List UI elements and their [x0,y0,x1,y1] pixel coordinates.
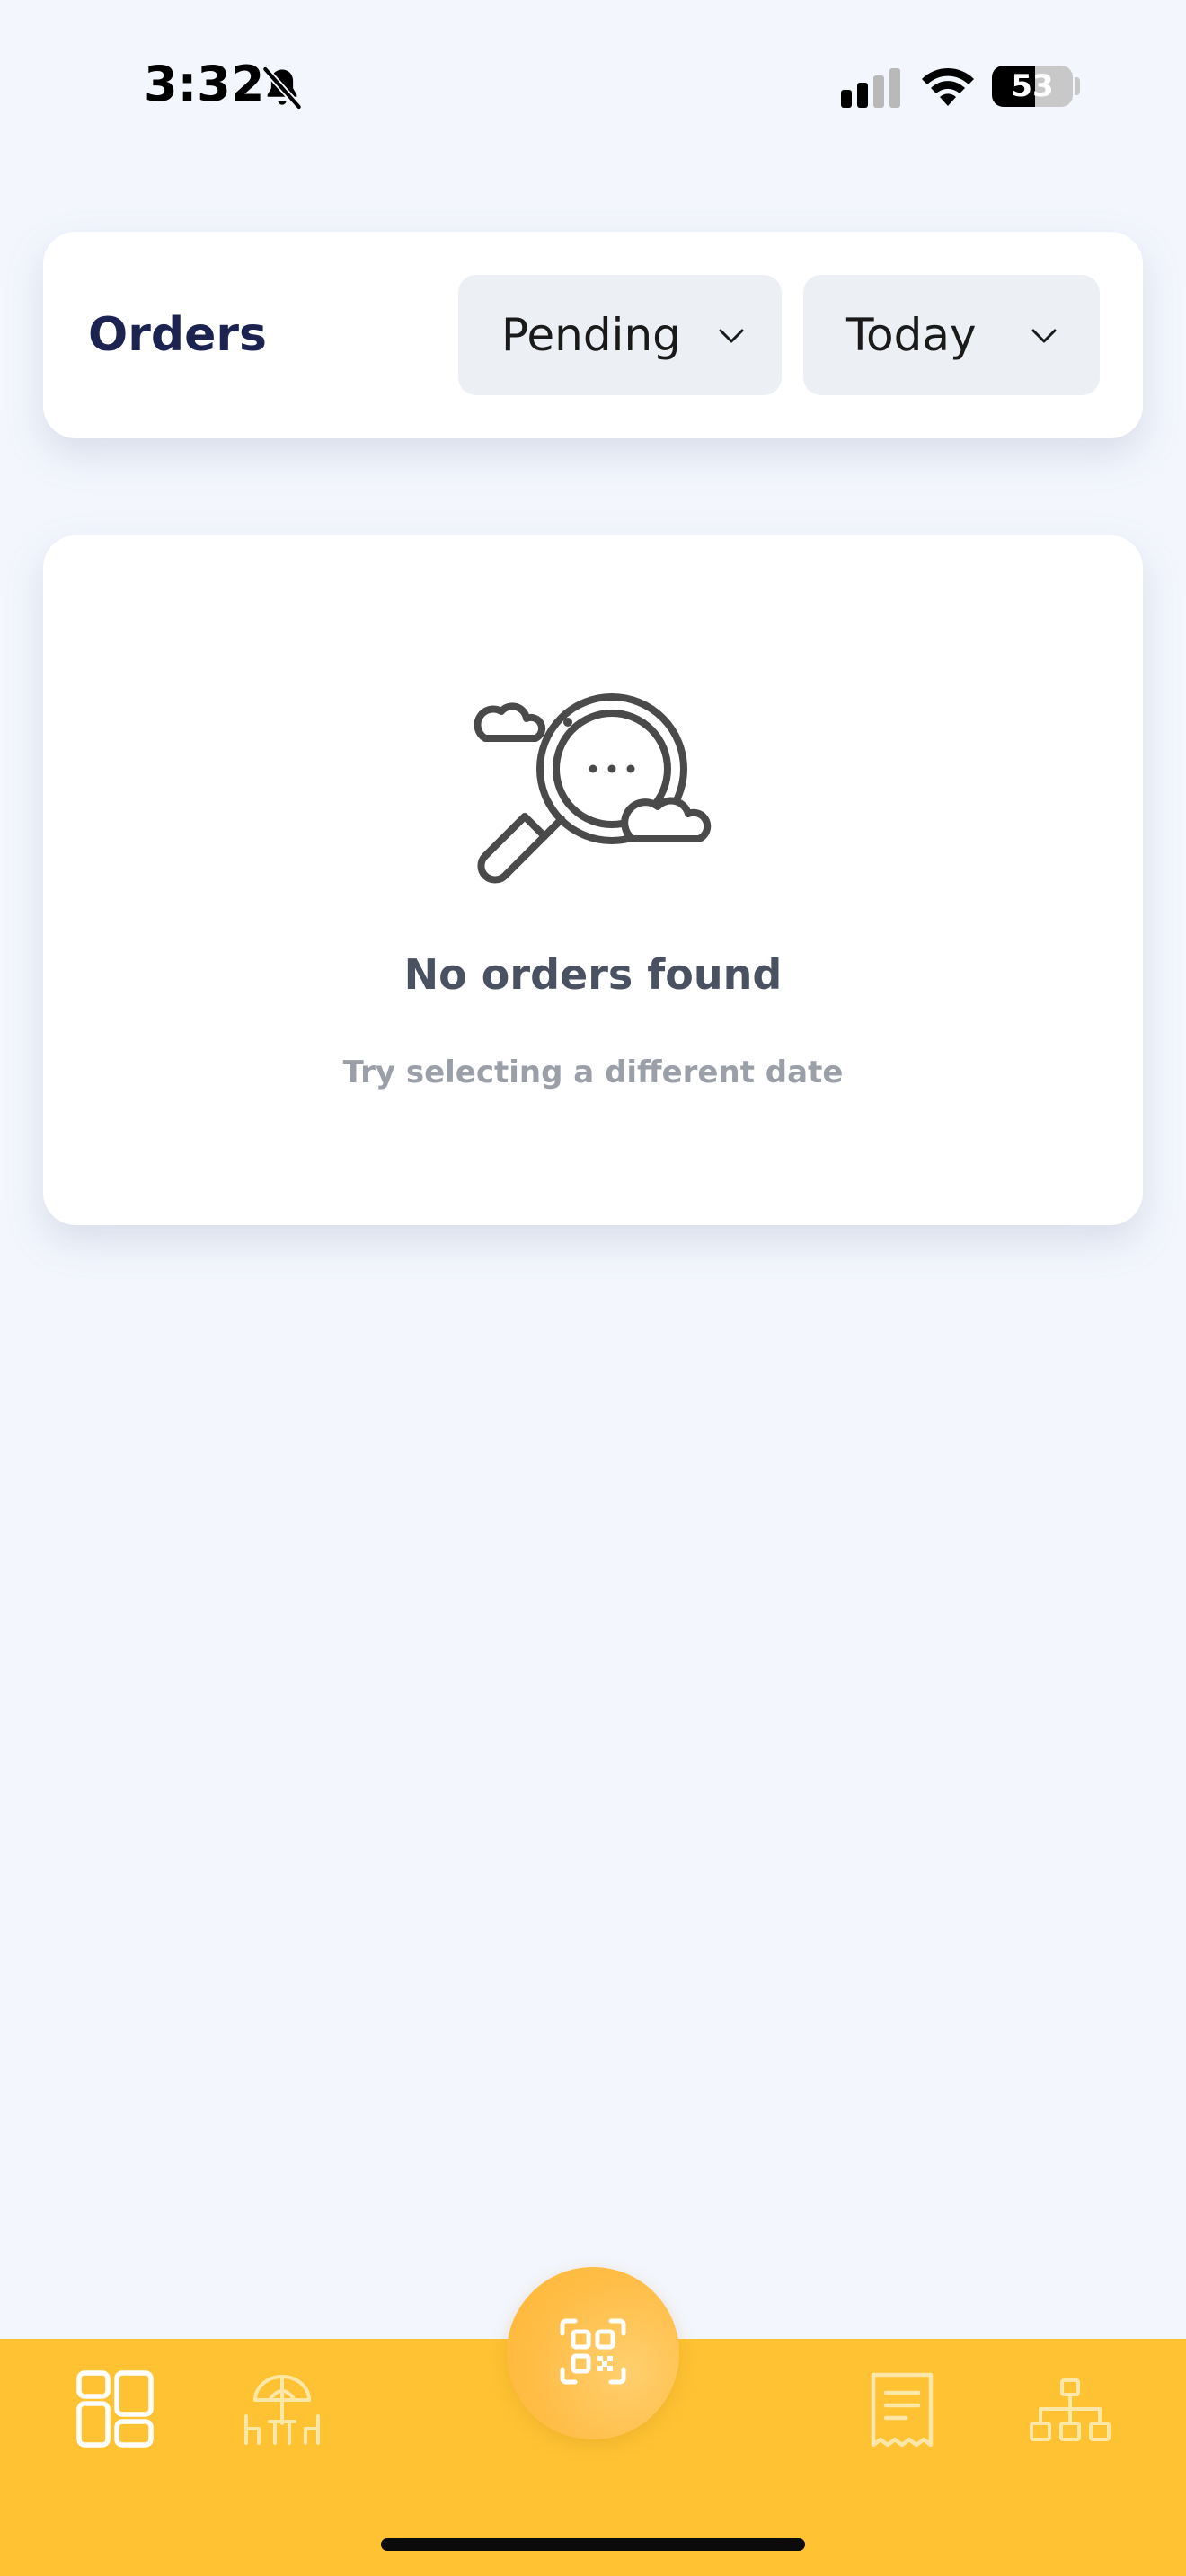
date-filter-dropdown[interactable]: Today [803,275,1100,395]
date-filter-value: Today [846,309,977,361]
empty-state-subtitle: Try selecting a different date [342,1054,844,1090]
page-title: Orders [88,308,267,362]
status-time: 3:32 [144,56,265,112]
status-filter-value: Pending [501,309,681,361]
chevron-down-icon [1031,329,1057,343]
dashboard-grid-icon[interactable] [75,2369,155,2448]
chevron-down-icon [719,329,744,343]
battery-nub [1075,77,1080,95]
receipt-icon[interactable] [866,2371,938,2450]
qr-scan-icon [560,2318,626,2385]
empty-state-card: No orders found Try selecting a differen… [43,535,1143,1225]
qr-scan-button[interactable] [507,2267,679,2439]
bell-slash-icon [262,66,302,110]
org-hierarchy-icon[interactable] [1030,2378,1111,2443]
home-indicator [381,2538,805,2551]
status-bar: 3:32 53 [0,0,1186,171]
status-filter-dropdown[interactable]: Pending [458,275,782,395]
battery-level: 53 [1011,68,1054,104]
empty-state-title: No orders found [403,950,783,999]
wifi-icon [922,67,974,106]
orders-header-card: Orders Pending Today [43,232,1143,438]
cellular-signal-icon [841,68,900,108]
magnifier-clouds-icon [474,693,712,884]
battery-icon: 53 [992,66,1073,107]
beach-umbrella-tables-icon[interactable] [243,2369,322,2448]
